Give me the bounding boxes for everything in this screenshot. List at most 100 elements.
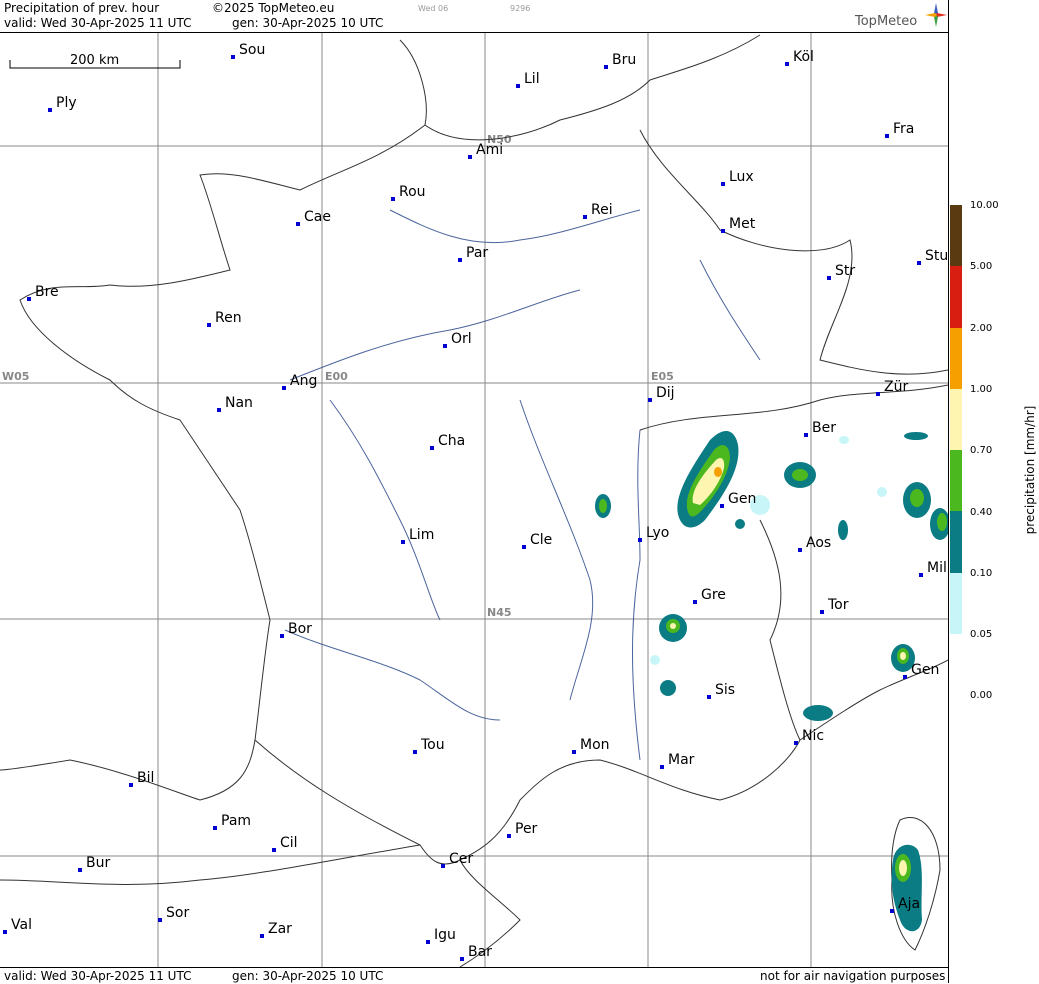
city-label: Bur bbox=[86, 855, 110, 871]
header-tag-2: 9296 bbox=[510, 4, 531, 13]
legend-swatch bbox=[950, 205, 962, 267]
city-marker bbox=[468, 155, 472, 159]
city-label: Aos bbox=[806, 535, 831, 551]
legend-level-label: 0.05 bbox=[970, 629, 993, 641]
city-marker bbox=[3, 930, 7, 934]
city-label: Ren bbox=[215, 310, 242, 326]
city-label: Cae bbox=[304, 209, 331, 225]
legend-swatch bbox=[950, 388, 962, 451]
city-label: Par bbox=[466, 245, 488, 261]
legend-level-label: 2.00 bbox=[970, 322, 993, 334]
city-marker bbox=[638, 538, 642, 542]
legend-level-label: 0.10 bbox=[970, 567, 993, 579]
city-label: Mar bbox=[668, 752, 695, 768]
city-marker bbox=[707, 695, 711, 699]
city-label: Igu bbox=[434, 927, 456, 943]
map-title: Precipitation of prev. hour bbox=[4, 1, 160, 15]
precip-legend bbox=[950, 205, 962, 696]
city-marker bbox=[794, 741, 798, 745]
legend-swatch bbox=[950, 450, 962, 512]
legend-swatch bbox=[950, 327, 962, 389]
city-label: Zür bbox=[884, 379, 908, 395]
city-marker bbox=[648, 398, 652, 402]
city-label: Val bbox=[11, 917, 32, 933]
city-label: Aja bbox=[898, 896, 920, 912]
city-marker bbox=[48, 108, 52, 112]
city-label: Str bbox=[835, 263, 855, 279]
city-label: Bre bbox=[35, 284, 59, 300]
city-marker bbox=[720, 504, 724, 508]
valid-time: valid: Wed 30-Apr-2025 11 UTC bbox=[4, 16, 192, 30]
copyright-text: ©2025 TopMeteo.eu bbox=[212, 1, 335, 15]
city-label: Stu bbox=[925, 248, 948, 264]
city-marker bbox=[443, 344, 447, 348]
city-marker bbox=[158, 918, 162, 922]
legend-level-label: 5.00 bbox=[970, 261, 993, 273]
city-marker bbox=[401, 540, 405, 544]
city-label: Gen bbox=[911, 662, 939, 678]
city-marker bbox=[426, 940, 430, 944]
map-header: Precipitation of prev. hour ©2025 TopMet… bbox=[0, 0, 948, 33]
city-marker bbox=[693, 600, 697, 604]
city-marker bbox=[282, 386, 286, 390]
city-marker bbox=[721, 182, 725, 186]
city-label: Bil bbox=[137, 770, 154, 786]
city-marker bbox=[721, 229, 725, 233]
precipitation-map: N50 N45 W05 E00 E05 200 km SouBru KölPly… bbox=[0, 33, 948, 967]
city-marker bbox=[430, 446, 434, 450]
label-e05: E05 bbox=[651, 370, 674, 383]
city-marker bbox=[458, 258, 462, 262]
city-marker bbox=[207, 323, 211, 327]
city-label: Ber bbox=[812, 420, 836, 436]
city-marker bbox=[217, 408, 221, 412]
city-marker bbox=[213, 826, 217, 830]
city-marker bbox=[129, 783, 133, 787]
legend-swatch bbox=[950, 511, 962, 573]
city-label: Sor bbox=[166, 905, 189, 921]
city-marker bbox=[890, 909, 894, 913]
city-marker bbox=[885, 134, 889, 138]
city-marker bbox=[917, 261, 921, 265]
legend-swatch bbox=[950, 634, 962, 696]
legend-swatch bbox=[950, 572, 962, 635]
city-marker bbox=[798, 548, 802, 552]
city-label: Cil bbox=[280, 835, 298, 851]
label-w05: W05 bbox=[2, 370, 29, 383]
city-marker bbox=[903, 675, 907, 679]
city-marker bbox=[516, 84, 520, 88]
city-label: Fra bbox=[893, 121, 914, 137]
city-label: Gen bbox=[728, 491, 756, 507]
city-marker bbox=[296, 222, 300, 226]
city-marker bbox=[391, 197, 395, 201]
city-marker bbox=[660, 765, 664, 769]
city-label: Per bbox=[515, 821, 538, 837]
city-label: Sis bbox=[715, 682, 735, 698]
city-label: Lil bbox=[524, 71, 540, 87]
city-label: Dij bbox=[656, 385, 675, 401]
city-marker bbox=[272, 848, 276, 852]
city-marker bbox=[441, 864, 445, 868]
city-label: Lux bbox=[729, 169, 754, 185]
city-label: Ply bbox=[56, 95, 77, 111]
city-label: Bor bbox=[288, 621, 312, 637]
city-label: Pam bbox=[221, 813, 251, 829]
city-label: Sou bbox=[239, 42, 265, 58]
city-marker bbox=[507, 834, 511, 838]
city-label: Lyo bbox=[646, 525, 669, 541]
legend-swatch bbox=[950, 266, 962, 328]
city-marker bbox=[604, 65, 608, 69]
gen-time: gen: 30-Apr-2025 10 UTC bbox=[232, 16, 384, 30]
city-label: Tou bbox=[420, 737, 445, 753]
city-marker bbox=[231, 55, 235, 59]
city-label: Rei bbox=[591, 202, 613, 218]
city-label: Bru bbox=[612, 52, 636, 68]
city-label: Köl bbox=[793, 49, 814, 65]
legend-level-label: 0.00 bbox=[970, 690, 993, 702]
city-label: Tor bbox=[827, 597, 849, 613]
footer-valid-time: valid: Wed 30-Apr-2025 11 UTC bbox=[4, 969, 192, 983]
legend-level-label: 0.70 bbox=[970, 445, 993, 457]
legend-title: precipitation [mm/hr] bbox=[1023, 405, 1037, 535]
city-marker bbox=[919, 573, 923, 577]
city-marker bbox=[78, 868, 82, 872]
city-label: Cha bbox=[438, 433, 465, 449]
